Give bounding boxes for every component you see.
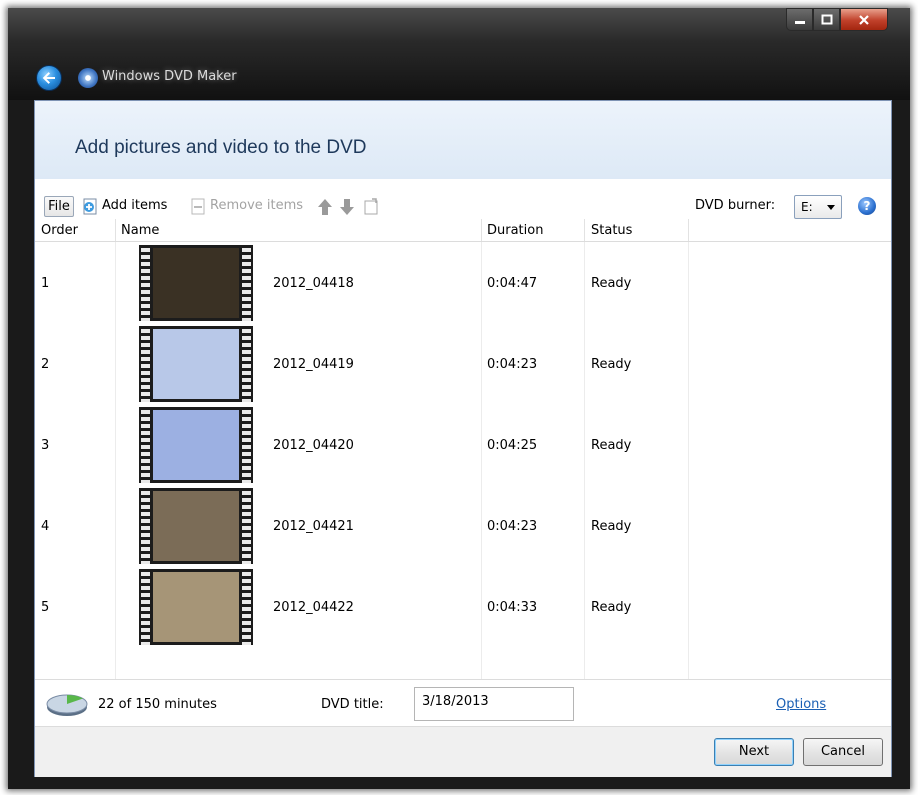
toolbar: File Add items Remove items DVD burner: … [35,179,891,220]
next-button[interactable]: Next [714,738,794,766]
close-icon [859,14,869,25]
order-cell: 3 [41,438,50,453]
column-status[interactable]: Status [591,223,632,238]
status-cell: Ready [591,600,632,615]
dvd-burner-label: DVD burner: [695,198,776,213]
name-cell: 2012_04419 [273,357,354,372]
order-cell: 2 [41,357,50,372]
items-list: 1 2012_04418 0:04:47 Ready 2 2012_04419 … [35,242,891,679]
name-cell: 2012_04421 [273,519,354,534]
caption-buttons [786,8,888,31]
dvd-title-label: DVD title: [321,697,384,712]
name-cell: 2012_04418 [273,276,354,291]
dvd-maker-icon [78,68,98,88]
options-link[interactable]: Options [776,697,826,712]
dvd-maker-window: Windows DVD Maker Add pictures and video… [8,8,910,789]
edit-icon[interactable] [363,198,379,216]
back-arrow-icon [42,72,55,84]
dvd-burner-select[interactable]: E: [794,195,842,219]
duration-cell: 0:04:23 [487,519,538,534]
video-thumbnail [139,407,253,483]
column-name[interactable]: Name [121,223,159,238]
video-thumbnail [139,569,253,645]
duration-cell: 0:04:23 [487,357,538,372]
title-bar: Windows DVD Maker [8,8,910,100]
table-row[interactable]: 1 2012_04418 0:04:47 Ready [35,243,891,323]
app-title: Windows DVD Maker [102,69,237,84]
maximize-icon [821,14,832,25]
close-button[interactable] [840,8,888,31]
help-icon[interactable]: ? [858,197,876,215]
minutes-used-label: 22 of 150 minutes [98,697,217,712]
dialog-footer: Next Cancel [35,726,891,777]
cancel-button[interactable]: Cancel [803,738,883,766]
dvd-title-input[interactable]: 3/18/2013 [414,687,574,721]
maximize-button[interactable] [813,8,840,31]
video-thumbnail [139,326,253,402]
video-thumbnail [139,245,253,321]
duration-cell: 0:04:25 [487,438,538,453]
status-cell: Ready [591,276,632,291]
move-down-icon[interactable] [339,198,355,216]
file-menu-button[interactable]: File [44,196,74,217]
column-order[interactable]: Order [41,223,78,238]
remove-items-icon [191,198,205,215]
column-duration[interactable]: Duration [487,223,543,238]
duration-cell: 0:04:33 [487,600,538,615]
column-separator [481,219,482,241]
order-cell: 1 [41,276,50,291]
table-row[interactable]: 5 2012_04422 0:04:33 Ready [35,567,891,647]
table-row[interactable]: 2 2012_04419 0:04:23 Ready [35,324,891,404]
move-up-icon[interactable] [317,198,333,216]
page-title: Add pictures and video to the DVD [75,137,367,158]
column-separator [584,219,585,241]
list-header: Order Name Duration Status [35,219,891,242]
add-items-icon[interactable] [81,198,99,216]
disc-usage-icon [46,694,88,716]
chevron-down-icon [827,205,835,210]
name-cell: 2012_04420 [273,438,354,453]
table-row[interactable]: 4 2012_04421 0:04:23 Ready [35,486,891,566]
status-cell: Ready [591,357,632,372]
back-button[interactable] [36,65,62,91]
column-separator [688,219,689,241]
client-area: Add pictures and video to the DVD File A… [34,100,892,777]
column-separator [115,219,116,241]
order-cell: 5 [41,600,50,615]
order-cell: 4 [41,519,50,534]
minimize-icon [794,20,805,24]
name-cell: 2012_04422 [273,600,354,615]
table-row[interactable]: 3 2012_04420 0:04:25 Ready [35,405,891,485]
status-bar: 22 of 150 minutes DVD title: 3/18/2013 O… [35,679,891,726]
remove-items-button[interactable]: Remove items [210,198,303,213]
dvd-burner-value: E: [801,200,813,214]
video-thumbnail [139,488,253,564]
status-cell: Ready [591,438,632,453]
header-band: Add pictures and video to the DVD [35,101,891,180]
status-cell: Ready [591,519,632,534]
add-items-button[interactable]: Add items [102,198,167,213]
duration-cell: 0:04:47 [487,276,538,291]
minimize-button[interactable] [786,8,813,31]
